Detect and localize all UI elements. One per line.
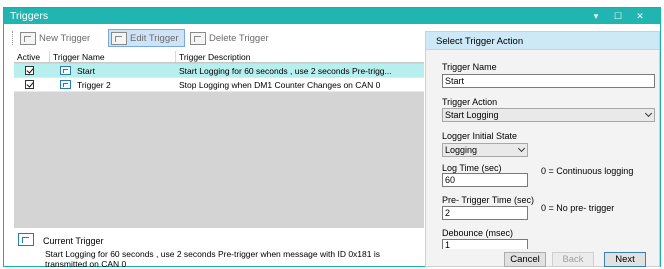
grid-header: Active Trigger Name Trigger Description — [14, 51, 424, 63]
maximize-icon[interactable]: ☐ — [612, 10, 624, 22]
name-cell: Trigger 2 — [50, 80, 176, 90]
trigger-action-value: Start Logging — [445, 110, 499, 120]
delete-trigger-icon — [190, 31, 206, 45]
chevron-down-icon[interactable]: ▾ — [590, 10, 602, 22]
triggers-grid: Active Trigger Name Trigger Description … — [14, 51, 424, 228]
delete-trigger-label: Delete Trigger — [209, 32, 269, 44]
log-time-note: 0 = Continuous logging — [541, 166, 634, 176]
table-row[interactable]: Trigger 2 Stop Logging when DM1 Counter … — [14, 78, 424, 92]
panel-header: Select Trigger Action — [426, 32, 659, 50]
edit-trigger-icon — [111, 31, 127, 45]
triggers-window: Triggers ▾ ☐ ✕ New Trigger Edit Trigger … — [3, 7, 661, 269]
panel-title: Select Trigger Action — [436, 36, 524, 47]
pretrigger-note: 0 = No pre- trigger — [541, 203, 615, 213]
logger-state-value: Logging — [445, 145, 478, 155]
trigger-description: Stop Logging when DM1 Counter Changes on… — [179, 79, 381, 90]
trigger-action-label: Trigger Action — [442, 97, 498, 107]
active-cell — [14, 80, 50, 89]
trigger-name-field[interactable]: Start — [442, 74, 655, 88]
current-trigger-label: Current Trigger — [43, 236, 104, 246]
name-cell: Start — [50, 66, 176, 76]
trigger-name: Start — [77, 65, 95, 76]
new-trigger-button[interactable]: New Trigger — [18, 29, 90, 47]
logger-state-select[interactable]: Logging — [442, 143, 528, 157]
column-header-active[interactable]: Active — [14, 51, 50, 62]
edit-trigger-button[interactable]: Edit Trigger — [108, 29, 185, 47]
chevron-down-icon — [644, 109, 653, 118]
active-checkbox[interactable] — [25, 66, 34, 75]
debounce-label: Debounce (msec) — [442, 228, 514, 238]
trigger-name-label: Trigger Name — [442, 62, 497, 72]
trigger-name: Trigger 2 — [77, 79, 111, 90]
new-trigger-label: New Trigger — [39, 32, 91, 44]
debounce-field[interactable]: 1 — [442, 239, 528, 249]
next-button[interactable]: Next — [604, 252, 646, 267]
edit-trigger-label: Edit Trigger — [130, 32, 179, 44]
trigger-icon — [60, 66, 71, 75]
column-header-trigger-description[interactable]: Trigger Description — [176, 51, 424, 62]
column-header-trigger-name[interactable]: Trigger Name — [50, 51, 176, 62]
current-trigger-section: Current Trigger Start Logging for 60 sec… — [14, 228, 424, 269]
table-row[interactable]: Start Start Logging for 60 seconds , use… — [14, 64, 424, 78]
cancel-button[interactable]: Cancel — [504, 252, 546, 267]
pretrigger-field[interactable]: 2 — [442, 206, 528, 220]
log-time-label: Log Time (sec) — [442, 163, 502, 173]
active-cell — [14, 66, 50, 75]
current-trigger-description: Start Logging for 60 seconds , use 2 sec… — [45, 249, 380, 269]
logger-state-label: Logger Initial State — [442, 131, 518, 141]
toolbar: New Trigger Edit Trigger Delete Trigger — [4, 25, 424, 51]
active-checkbox[interactable] — [25, 80, 34, 89]
close-icon[interactable]: ✕ — [634, 10, 646, 22]
trigger-icon — [60, 80, 71, 89]
current-trigger-icon — [18, 233, 34, 246]
pretrigger-label: Pre- Trigger Time (sec) — [442, 195, 535, 205]
toolbar-grip — [12, 31, 13, 45]
trigger-description: Start Logging for 60 seconds , use 2 sec… — [179, 65, 392, 76]
trigger-action-panel: Select Trigger Action Trigger Name Start… — [425, 31, 660, 267]
chevron-down-icon — [517, 144, 526, 153]
window-title: Triggers — [10, 10, 49, 22]
new-trigger-icon — [20, 31, 36, 45]
back-button[interactable]: Back — [552, 252, 594, 267]
trigger-action-select[interactable]: Start Logging — [442, 108, 655, 122]
delete-trigger-button[interactable]: Delete Trigger — [188, 29, 269, 47]
log-time-field[interactable]: 60 — [442, 173, 528, 187]
title-bar: Triggers ▾ ☐ ✕ — [4, 8, 660, 24]
